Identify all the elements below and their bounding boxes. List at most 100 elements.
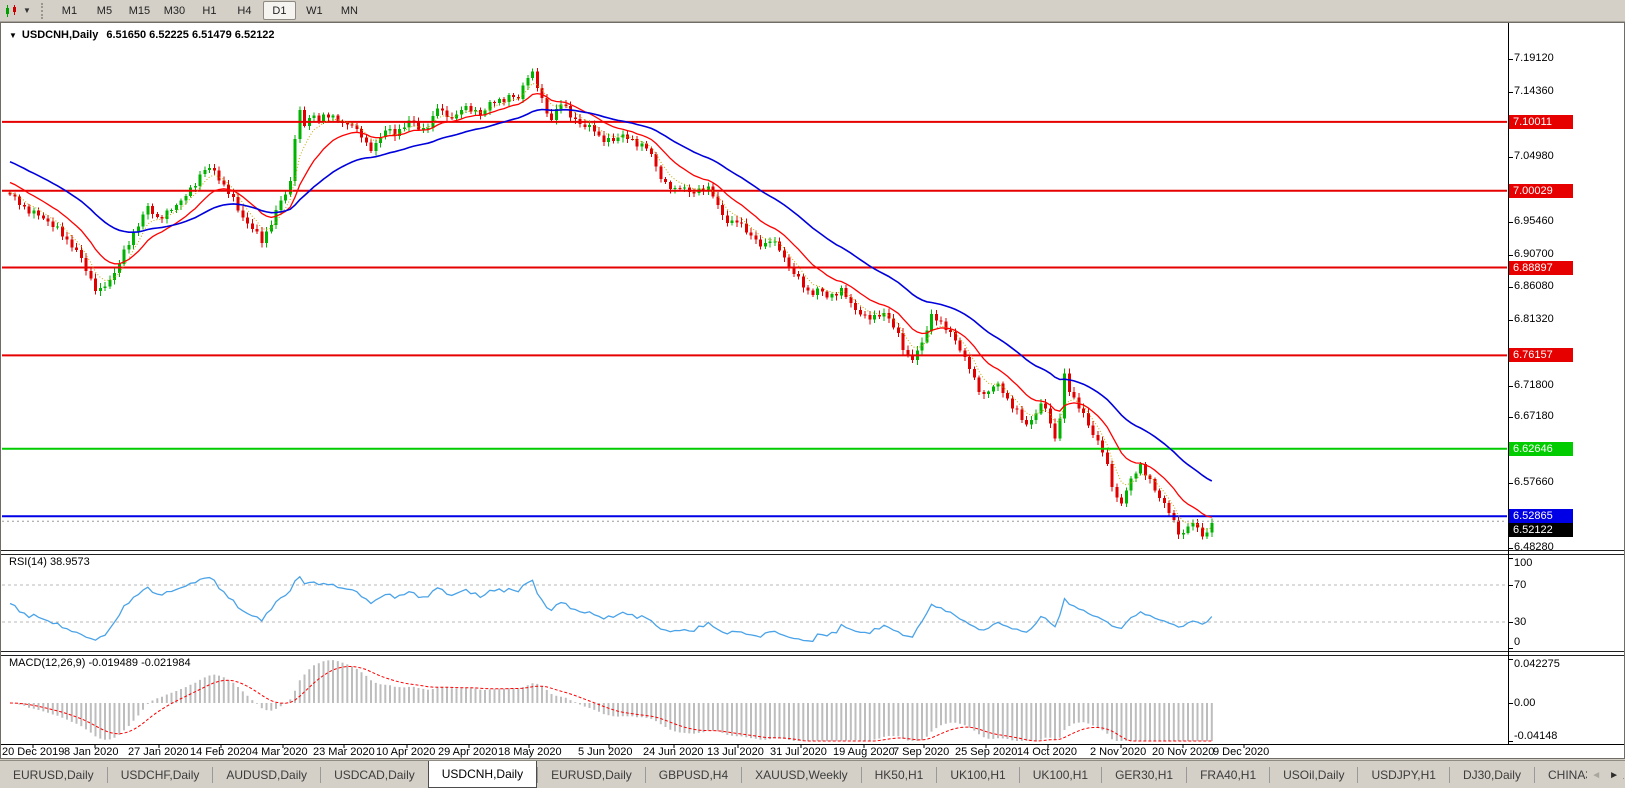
price-axis-tick (1508, 320, 1513, 321)
price-axis-tick (1508, 59, 1513, 60)
timeframe-button-m5[interactable]: M5 (88, 1, 121, 20)
chart-title: ▼ USDCNH,Daily 6.51650 6.52225 6.51479 6.5… (9, 29, 275, 41)
chart-tab-usdcnh-4[interactable]: USDCNH,Daily (427, 761, 538, 788)
chart-tab-eurusd-5[interactable]: EURUSD,Daily (538, 761, 645, 788)
price-axis-label: 6.81320 (1514, 313, 1554, 325)
date-axis-label: 5 Jun 2020 (578, 746, 633, 758)
chart-tab-hk50-8[interactable]: HK50,H1 (862, 761, 937, 788)
timeframe-button-m30[interactable]: M30 (158, 1, 191, 20)
chart-mode-icon[interactable]: ▼ (0, 1, 35, 21)
chart-tab-dj30-15[interactable]: DJ30,Daily (1450, 761, 1534, 788)
timeframe-toolbar: ▼ M1 M5 M15 M30 H1 H4 D1 W1 MN (0, 0, 1625, 22)
chevron-down-icon[interactable]: ▼ (23, 6, 31, 15)
price-axis-label: 6.86080 (1514, 280, 1554, 292)
price-axis-label: 7.19120 (1514, 52, 1554, 64)
date-axis-label: 8 Jan 2020 (64, 746, 119, 758)
chart-tab-usdchf-1[interactable]: USDCHF,Daily (108, 761, 213, 788)
timeframe-button-d1[interactable]: D1 (262, 1, 296, 20)
current-price-tag: 6.52122 (1509, 523, 1573, 537)
level-price-tag: 6.62646 (1509, 442, 1573, 456)
macd-scale-label: 0.00 (1514, 697, 1536, 709)
chart-tab-uk100-10[interactable]: UK100,H1 (1020, 761, 1101, 788)
date-axis-label: 2 Nov 2020 (1090, 746, 1147, 758)
timeframe-button-m1[interactable]: M1 (53, 1, 86, 20)
chart-menu-caret-icon[interactable]: ▼ (9, 31, 17, 40)
price-axis-label: 6.57660 (1514, 476, 1554, 488)
macd-name: MACD(12,26,9) (9, 657, 86, 669)
price-axis-tick (1508, 157, 1513, 158)
rsi-indicator-label: RSI(14) 38.9573 (9, 556, 90, 568)
rsi-value: 38.9573 (49, 556, 90, 568)
tabs-scroll-left-icon[interactable]: ◄ (1591, 770, 1601, 781)
date-axis-label: 14 Feb 2020 (190, 746, 252, 758)
price-axis-tick (1508, 222, 1513, 223)
macd-values: -0.019489 -0.021984 (88, 657, 191, 669)
chart-ohlc-values: 6.51650 6.52225 6.51479 6.52122 (106, 29, 275, 41)
chart-tab-uk100-9[interactable]: UK100,H1 (937, 761, 1018, 788)
macd-scale-label: -0.04148 (1514, 730, 1558, 742)
chart-tab-usdcad-3[interactable]: USDCAD,Daily (321, 761, 428, 788)
timeframe-button-h1[interactable]: H1 (193, 1, 226, 20)
date-axis-label: 27 Jan 2020 (128, 746, 189, 758)
toolbar-grip[interactable] (40, 2, 46, 19)
price-axis-tick (1508, 548, 1513, 549)
tabs-scroll-right-icon[interactable]: ► (1609, 770, 1619, 781)
price-axis-tick (1508, 417, 1513, 418)
date-axis-label: 4 Mar 2020 (252, 746, 308, 758)
pane-splitter-macd[interactable] (1, 651, 1624, 656)
rsi-scale-tick (1508, 622, 1513, 623)
rsi-scale-label: 100 (1514, 557, 1533, 569)
date-axis-label: 9 Dec 2020 (1213, 746, 1270, 758)
date-axis-label: 18 May 2020 (498, 746, 562, 758)
chart-tab-usoil-13[interactable]: USOil,Daily (1270, 761, 1357, 788)
date-axis-label: 14 Oct 2020 (1017, 746, 1077, 758)
timeframe-button-mn[interactable]: MN (333, 1, 366, 20)
price-axis-line (1508, 23, 1509, 744)
rsi-scale-label: 0 (1514, 636, 1521, 648)
date-axis-label: 31 Jul 2020 (770, 746, 827, 758)
date-axis-label: 13 Jul 2020 (707, 746, 764, 758)
rsi-name: RSI(14) (9, 556, 47, 568)
macd-scale-label: 0.042275 (1514, 658, 1560, 670)
price-axis-label: 6.90700 (1514, 248, 1554, 260)
date-axis-label: 29 Apr 2020 (438, 746, 498, 758)
date-axis-label: 10 Apr 2020 (376, 746, 436, 758)
chart-tab-fra40-12[interactable]: FRA40,H1 (1187, 761, 1269, 788)
date-axis-label: 24 Jun 2020 (643, 746, 704, 758)
price-axis-label: 6.67180 (1514, 410, 1554, 422)
pane-splitter-rsi[interactable] (1, 550, 1624, 555)
rsi-scale-tick (1508, 585, 1513, 586)
macd-scale-tick (1508, 703, 1513, 704)
timeframe-button-w1[interactable]: W1 (298, 1, 331, 20)
price-axis-label: 6.71800 (1514, 379, 1554, 391)
date-axis-label: 25 Sep 2020 (955, 746, 1018, 758)
price-axis-tick (1508, 483, 1513, 484)
chart-tab-xauusd-7[interactable]: XAUUSD,Weekly (742, 761, 860, 788)
date-axis-label: 20 Dec 2019 (2, 746, 65, 758)
tab-scrollers: ◄ ► (1587, 761, 1623, 788)
rsi-scale-label: 70 (1514, 579, 1527, 591)
price-axis-label: 7.04980 (1514, 150, 1554, 162)
date-axis-label: 7 Sep 2020 (893, 746, 950, 758)
timeframe-button-h4[interactable]: H4 (228, 1, 261, 20)
chart-tab-usdjpy-14[interactable]: USDJPY,H1 (1358, 761, 1448, 788)
macd-indicator-label: MACD(12,26,9) -0.019489 -0.021984 (9, 657, 191, 669)
rsi-scale-tick (1508, 558, 1513, 559)
chart-tab-audusd-2[interactable]: AUDUSD,Daily (213, 761, 320, 788)
date-axis-label: 23 Mar 2020 (313, 746, 375, 758)
chart-window[interactable] (0, 22, 1625, 759)
rsi-scale-label: 30 (1514, 616, 1527, 628)
date-axis-line (1, 744, 1624, 745)
timeframe-button-m15[interactable]: M15 (123, 1, 156, 20)
date-axis-label: 20 Nov 2020 (1152, 746, 1215, 758)
chart-tab-eurusd-0[interactable]: EURUSD,Daily (0, 761, 107, 788)
chart-tab-gbpusd-6[interactable]: GBPUSD,H4 (646, 761, 741, 788)
macd-scale-tick (1508, 741, 1513, 742)
level-price-tag: 6.52865 (1509, 509, 1573, 523)
date-axis-label: 19 Aug 2020 (833, 746, 895, 758)
chart-tab-ger30-11[interactable]: GER30,H1 (1102, 761, 1186, 788)
chart-tab-bar: EURUSD,Daily USDCHF,Daily AUDUSD,Daily USDC… (0, 760, 1625, 788)
price-axis-tick (1508, 386, 1513, 387)
timeframe-buttons: M1 M5 M15 M30 H1 H4 D1 W1 MN (52, 1, 367, 20)
level-price-tag: 7.10011 (1509, 115, 1573, 129)
